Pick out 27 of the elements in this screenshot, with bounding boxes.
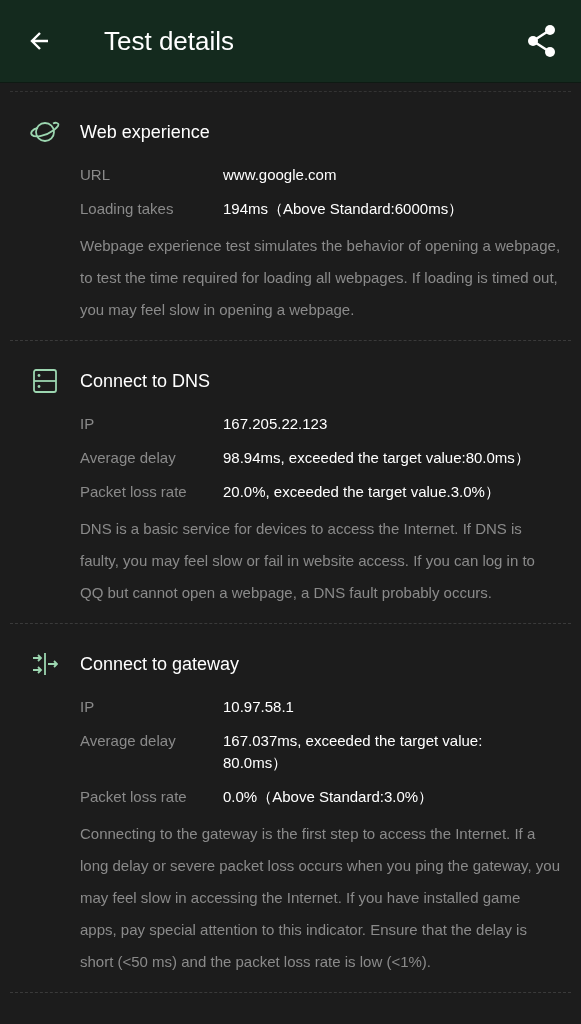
- section-description: DNS is a basic service for devices to access the Internet. If DNS is faulty, you may feel slow or fail in website access. If you can log in to QQ but cannot open a webpage, a DNS fault probably occurs.: [80, 519, 536, 603]
- field-value: 194ms（Above Standard:6000ms）: [223, 199, 465, 219]
- field-value: 98.94ms, exceeded the target value:80.0ms）: [223, 448, 531, 468]
- section-description: Connecting to the gateway is the first step to access the Internet. If a long delay or severe packet loss occurs when you ping the gateway, you may feel slow in accessing the Internet. If you have installed game apps, pay special attention to this indicator. Ensure that the delay is short (<50 ms) and the packet loss rate is low (<1%).: [80, 824, 561, 972]
- field-label: IP: [80, 414, 96, 434]
- field-label: IP: [80, 697, 96, 717]
- share-icon[interactable]: [527, 24, 557, 58]
- field-label: Loading takes: [80, 199, 175, 219]
- field-value: 167.205.22.123: [223, 414, 329, 434]
- field-value: 10.97.58.1: [223, 697, 295, 717]
- section-title: Connect to DNS: [80, 370, 211, 392]
- field-label: Packet loss rate: [80, 787, 188, 807]
- field-label: Average delay: [80, 731, 177, 751]
- section-title: Connect to gateway: [80, 653, 240, 675]
- field-label: Packet loss rate: [80, 482, 188, 502]
- section-description: Webpage experience test simulates the behavior of opening a webpage, to test the time required for loading all webpages. If loading is timed out, you may feel slow in opening a webpage.: [80, 236, 561, 320]
- gateway-arrows-icon: [32, 652, 58, 676]
- planet-icon: [29, 119, 61, 145]
- field-label: Average delay: [80, 448, 177, 468]
- screen-title: Test details: [104, 25, 236, 57]
- field-value: 167.037ms, exceeded the target value: 80.0ms）: [223, 731, 484, 773]
- field-label: URL: [80, 165, 111, 185]
- field-value: 0.0%（Above Standard:3.0%）: [223, 787, 435, 807]
- field-value: www.google.com: [223, 165, 338, 185]
- field-value: 20.0%, exceeded the target value.3.0%）: [223, 482, 501, 502]
- section-title: Web experience: [80, 121, 210, 143]
- server-icon: [33, 369, 57, 393]
